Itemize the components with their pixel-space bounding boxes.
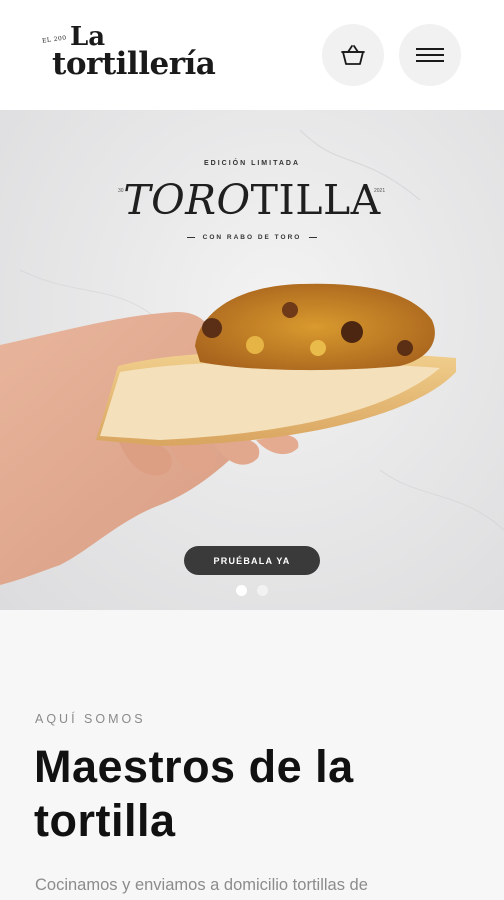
subtitle-dash-left xyxy=(186,236,195,238)
hero-edition-label: EDICIÓN LIMITADA xyxy=(203,160,301,167)
logo-since-text: EL 200 xyxy=(41,34,68,45)
hero-subtitle: CON RABO DE TORO xyxy=(202,234,302,241)
cart-button[interactable] xyxy=(322,24,384,86)
hero-banner: EDICIÓN LIMITADA 30 TOROTILLA 2021 CON R… xyxy=(0,110,504,610)
intro-body-text: Cocinamos y enviamos a domicilio tortill… xyxy=(35,876,368,894)
hero-subtitle-row: CON RABO DE TORO xyxy=(0,234,504,241)
menu-button[interactable] xyxy=(399,24,461,86)
intro-headline: Maestros de la tortilla xyxy=(34,741,354,846)
hero-title-mark-right: 2021 xyxy=(374,188,386,194)
basket-icon xyxy=(341,45,365,65)
hero-product-title: TOROTILLA xyxy=(0,176,504,224)
hero-title-part2: TILLA xyxy=(250,176,381,224)
hamburger-menu-icon xyxy=(416,48,444,62)
subtitle-dash-right xyxy=(309,236,318,238)
brand-logo[interactable]: EL 200 La tortillería xyxy=(42,22,242,84)
intro-section: AQUÍ SOMOS Maestros de la tortilla Cocin… xyxy=(0,610,504,900)
carousel-dots xyxy=(236,585,268,596)
carousel-dot-1[interactable] xyxy=(236,585,247,596)
try-it-button[interactable]: PRUÉBALA YA xyxy=(184,546,320,575)
intro-eyebrow: AQUÍ SOMOS xyxy=(35,712,146,726)
carousel-dot-2[interactable] xyxy=(257,585,268,596)
hero-title-part1: TORO xyxy=(123,176,251,224)
site-header: EL 200 La tortillería xyxy=(0,0,504,110)
logo-name-text: tortillería xyxy=(52,46,216,82)
